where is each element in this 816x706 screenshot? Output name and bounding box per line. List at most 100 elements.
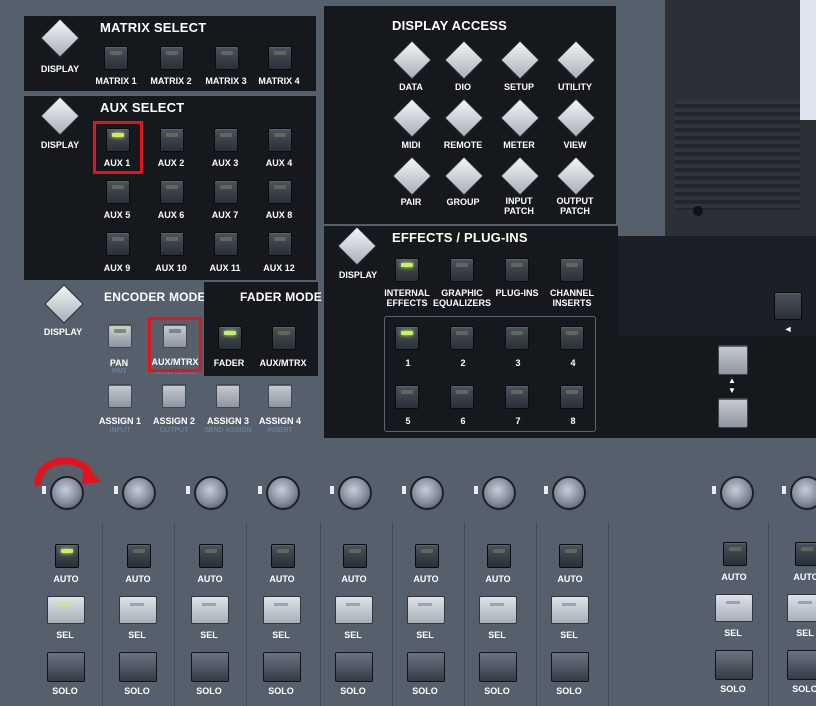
graphic-equalizers-button[interactable] — [450, 258, 474, 282]
effect-3-button[interactable] — [505, 326, 529, 350]
encoder-knob[interactable] — [544, 476, 586, 510]
solo-button[interactable] — [263, 652, 301, 682]
sel-button[interactable] — [787, 594, 816, 622]
solo-button[interactable] — [715, 650, 753, 680]
sel-button[interactable] — [551, 596, 589, 624]
aux-10-button[interactable] — [160, 232, 184, 256]
aux-5-label: AUX 5 — [103, 210, 131, 220]
channel-inserts-button[interactable] — [560, 258, 584, 282]
fader-button[interactable] — [218, 326, 242, 350]
encoder-knob[interactable] — [782, 476, 816, 510]
midi-label: MIDI — [401, 140, 421, 150]
graphic-equalizers-label: GRAPHIC EQUALIZERS — [433, 288, 492, 308]
encoder-display-label: DISPLAY — [43, 327, 83, 337]
sel-label: SEL — [724, 628, 742, 638]
left-arrow-button[interactable] — [774, 292, 802, 320]
aux-11-button[interactable] — [214, 232, 238, 256]
solo-button[interactable] — [407, 652, 445, 682]
matrix-4-button[interactable] — [268, 46, 292, 70]
solo-button[interactable] — [191, 652, 229, 682]
auto-button[interactable] — [127, 544, 151, 568]
encoder-knob[interactable] — [258, 476, 300, 510]
matrix-2-label: MATRIX 2 — [150, 76, 192, 86]
auto-button[interactable] — [723, 542, 747, 566]
encoder-knob[interactable] — [186, 476, 228, 510]
assign-4-label: ASSIGN 4 — [258, 416, 301, 426]
aux-mtrx-fader-label: AUX/MTRX — [259, 358, 307, 368]
aux-9-button[interactable] — [106, 232, 130, 256]
encoder-knob[interactable] — [474, 476, 516, 510]
auto-button[interactable] — [271, 544, 295, 568]
effect-5-label: 5 — [405, 416, 411, 426]
sel-button[interactable] — [715, 594, 753, 622]
aux-3-label: AUX 3 — [211, 158, 239, 168]
assign-4-button[interactable] — [268, 384, 292, 408]
solo-button[interactable] — [479, 652, 517, 682]
channel-divider — [392, 522, 393, 706]
channel-divider — [536, 522, 537, 706]
solo-button[interactable] — [335, 652, 373, 682]
up-button[interactable] — [718, 345, 748, 375]
channel-divider — [320, 522, 321, 706]
aux-12-button[interactable] — [268, 232, 292, 256]
auto-button[interactable] — [487, 544, 511, 568]
encoder-knob[interactable] — [712, 476, 754, 510]
sel-button[interactable] — [479, 596, 517, 624]
matrix-3-button[interactable] — [215, 46, 239, 70]
auto-button[interactable] — [55, 544, 79, 568]
aux-mtrx-fader-button[interactable] — [272, 326, 296, 350]
solo-label: SOLO — [720, 684, 746, 694]
auto-button[interactable] — [343, 544, 367, 568]
encoder-knob[interactable] — [42, 476, 84, 510]
sel-label: SEL — [416, 630, 434, 640]
matrix-3-label: MATRIX 3 — [205, 76, 247, 86]
matrix-1-button[interactable] — [104, 46, 128, 70]
auto-button[interactable] — [559, 544, 583, 568]
encoder-knob[interactable] — [330, 476, 372, 510]
aux-3-button[interactable] — [214, 128, 238, 152]
sel-button[interactable] — [335, 596, 373, 624]
aux-6-button[interactable] — [160, 180, 184, 204]
effect-8-button[interactable] — [560, 385, 584, 409]
effect-7-button[interactable] — [505, 385, 529, 409]
assign-2-label: ASSIGN 2 — [152, 416, 195, 426]
encoder-display-button[interactable] — [44, 284, 84, 324]
aux-7-button[interactable] — [214, 180, 238, 204]
internal-effects-button[interactable] — [395, 258, 419, 282]
aux-2-label: AUX 2 — [157, 158, 185, 168]
effect-4-button[interactable] — [560, 326, 584, 350]
solo-button[interactable] — [551, 652, 589, 682]
solo-button[interactable] — [119, 652, 157, 682]
matrix-2-button[interactable] — [160, 46, 184, 70]
aux-5-button[interactable] — [106, 180, 130, 204]
effect-2-button[interactable] — [450, 326, 474, 350]
effect-4-label: 4 — [570, 358, 576, 368]
down-button[interactable] — [718, 398, 748, 428]
auto-button[interactable] — [415, 544, 439, 568]
sel-button[interactable] — [407, 596, 445, 624]
assign-2-button[interactable] — [162, 384, 186, 408]
solo-button[interactable] — [787, 650, 816, 680]
pan-button[interactable] — [108, 324, 132, 348]
effect-5-button[interactable] — [395, 385, 419, 409]
assign-1-button[interactable] — [108, 384, 132, 408]
pan-label: PAN — [109, 358, 129, 368]
sel-button[interactable] — [119, 596, 157, 624]
solo-label: SOLO — [412, 686, 438, 696]
sel-button[interactable] — [47, 596, 85, 624]
aux-8-button[interactable] — [268, 180, 292, 204]
solo-button[interactable] — [47, 652, 85, 682]
sel-button[interactable] — [191, 596, 229, 624]
encoder-knob[interactable] — [114, 476, 156, 510]
plug-ins-button[interactable] — [505, 258, 529, 282]
aux-4-button[interactable] — [268, 128, 292, 152]
auto-button[interactable] — [199, 544, 223, 568]
auto-button[interactable] — [795, 542, 816, 566]
effect-6-button[interactable] — [450, 385, 474, 409]
screen-vents — [675, 100, 800, 210]
encoder-knob[interactable] — [402, 476, 444, 510]
aux-2-button[interactable] — [160, 128, 184, 152]
effect-1-button[interactable] — [395, 326, 419, 350]
sel-button[interactable] — [263, 596, 301, 624]
assign-3-button[interactable] — [216, 384, 240, 408]
